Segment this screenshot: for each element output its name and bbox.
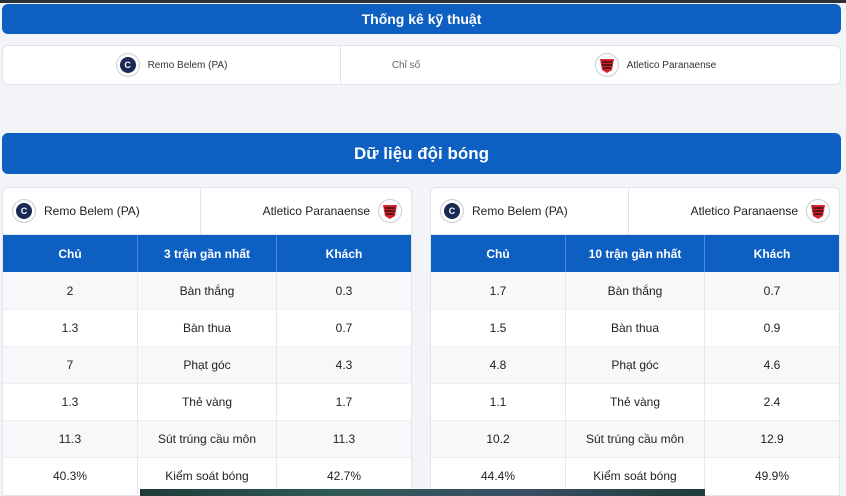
away-value: 0.3 [276,272,411,309]
away-value: 12.9 [704,421,839,457]
home-value: 2 [66,283,74,298]
away-value: 4.3 [276,347,411,383]
athletico-crest-icon [594,53,619,77]
home-value: 10.2 [486,432,510,446]
away-value: 1.7 [276,384,411,420]
stat-label: Sút trúng cầu môn [565,421,704,457]
card-teams-row: C Remo Belem (PA) Atletico Paranaense [431,188,839,235]
remo-crest-icon: C [12,199,36,223]
home-value: 4.8 [489,358,507,372]
home-value: 1.5 [489,321,507,335]
remo-crest-icon: C [115,53,140,77]
home-value: 7 [66,358,74,372]
table-header: Chủ 3 trận gần nhất Khách [3,235,411,272]
table-row: 7 Phạt góc 4.3 [3,346,411,383]
header-away: Khách [704,235,839,272]
header-home: Chủ [58,246,82,261]
stat-label: Bàn thua [137,310,276,346]
table-row: 1.1 Thẻ vàng 2.4 [431,383,839,420]
table-row: 1.3 Thẻ vàng 1.7 [3,383,411,420]
bottom-banner-image [140,489,705,496]
table-row: 2 Bàn thắng 0.3 [3,272,411,309]
away-value: 11.3 [276,421,411,457]
technical-home-team[interactable]: C Remo Belem (PA) [3,46,341,84]
header-period: 3 trận gần nhất [137,235,276,272]
technical-metric-label: Chỉ số [391,59,421,71]
table-row: 1.5 Bàn thua 0.9 [431,309,839,346]
stat-label: Bàn thua [565,310,704,346]
home-value: 40.3% [52,469,88,483]
away-value: 0.7 [704,272,839,309]
home-value: 11.3 [58,432,82,446]
away-value: 2.4 [704,384,839,420]
card-away-team[interactable]: Atletico Paranaense [201,188,411,234]
card-teams-row: C Remo Belem (PA) Atletico Paranaense [3,188,411,235]
stat-label: Bàn thắng [137,272,276,309]
table-row: 10.2 Sút trúng cầu môn 12.9 [431,420,839,457]
away-value: 49.9% [704,458,839,494]
card-home-team[interactable]: C Remo Belem (PA) [431,188,629,234]
card-home-team-name: Remo Belem (PA) [472,204,568,218]
card-away-team-name: Atletico Paranaense [690,204,798,218]
technical-away-team-name: Atletico Paranaense [626,59,717,71]
table-row: 1.3 Bàn thua 0.7 [3,309,411,346]
away-value: 0.7 [276,310,411,346]
athletico-crest-icon [378,199,402,223]
table-row: 4.8 Phạt góc 4.6 [431,346,839,383]
stats-card-last-3: C Remo Belem (PA) Atletico Paranaense Ch… [2,187,412,496]
table-row: 11.3 Sút trúng cầu môn 11.3 [3,420,411,457]
card-home-team-name: Remo Belem (PA) [44,204,140,218]
header-away: Khách [276,235,411,272]
header-period: 10 trận gần nhất [565,235,704,272]
stat-label: Thẻ vàng [565,384,704,420]
top-border [0,0,846,3]
home-value: 1.3 [61,321,79,335]
athletico-crest-icon [806,199,830,223]
table-row: 1.7 Bàn thắng 0.7 [431,272,839,309]
home-value: 1.3 [61,395,79,409]
card-away-team-name: Atletico Paranaense [262,204,370,218]
home-value: 1.1 [489,395,507,409]
table-header: Chủ 10 trận gần nhất Khách [431,235,839,272]
technical-home-team-name: Remo Belem (PA) [147,59,228,71]
stat-label: Phạt góc [137,347,276,383]
card-away-team[interactable]: Atletico Paranaense [629,188,839,234]
header-home: Chủ [486,246,510,261]
technical-away-team[interactable]: Atletico Paranaense [471,46,840,84]
away-value: 0.9 [704,310,839,346]
stat-label: Bàn thắng [565,272,704,309]
stat-label: Thẻ vàng [137,384,276,420]
home-value: 1.7 [489,283,507,298]
card-home-team[interactable]: C Remo Belem (PA) [3,188,201,234]
stat-label: Sút trúng cầu môn [137,421,276,457]
stats-card-last-10: C Remo Belem (PA) Atletico Paranaense Ch… [430,187,840,496]
away-value: 4.6 [704,347,839,383]
technical-stats-title: Thống kê kỹ thuật [2,4,841,34]
technical-stats-row: C Remo Belem (PA) Chỉ số Atletico Parana… [2,45,841,85]
team-data-title: Dữ liệu đội bóng [2,133,841,174]
remo-crest-icon: C [440,199,464,223]
stat-label: Phạt góc [565,347,704,383]
